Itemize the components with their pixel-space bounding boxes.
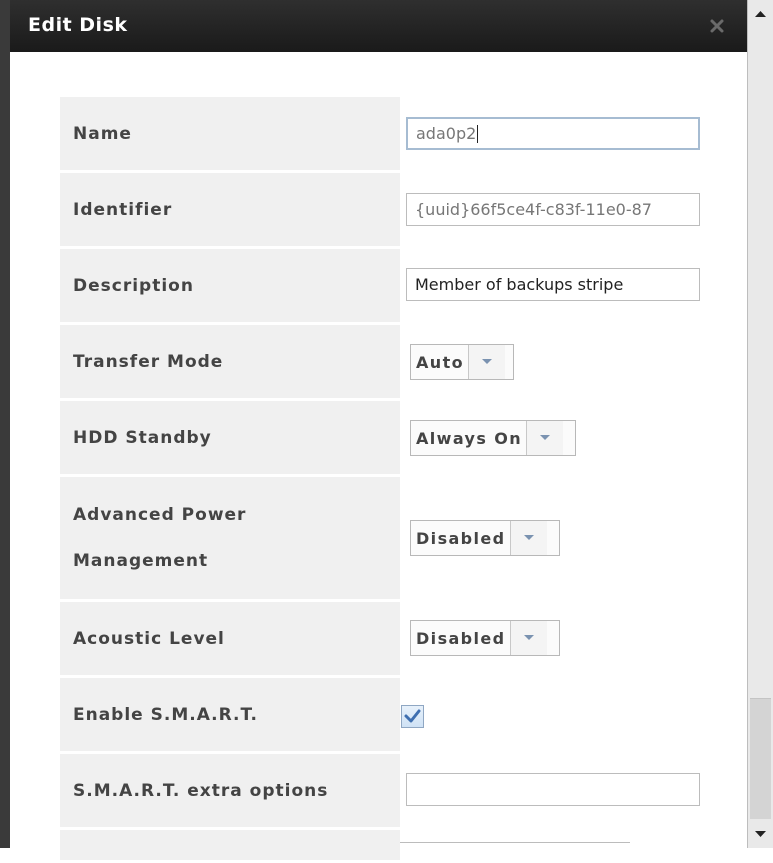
label-identifier-text: Identifier: [73, 199, 173, 220]
background-window-edge: [0, 0, 10, 848]
label-apm: Advanced Power Management: [60, 477, 400, 599]
label-enable-smart: Enable S.M.A.R.T.: [60, 678, 400, 751]
label-acoustic-level: Acoustic Level: [60, 602, 400, 675]
scrollbar-thumb[interactable]: [750, 698, 771, 819]
label-smart-extra-options: S.M.A.R.T. extra options: [60, 754, 400, 827]
smart-extra-options-input[interactable]: [406, 773, 700, 806]
label-name: Name: [60, 97, 400, 170]
vertical-scrollbar[interactable]: [747, 0, 773, 848]
label-description-text: Description: [73, 275, 194, 296]
enable-smart-checkbox[interactable]: [401, 705, 424, 728]
checkmark-icon: [404, 709, 421, 723]
label-apm-text: Advanced Power Management: [73, 492, 246, 584]
text-caret: [477, 124, 479, 143]
hdd-standby-select[interactable]: Always On: [410, 420, 576, 456]
description-input[interactable]: Member of backups stripe: [406, 268, 700, 301]
label-identifier: Identifier: [60, 173, 400, 246]
identifier-input-value: {uuid}66f5ce4f-c83f-11e0-87: [415, 200, 652, 219]
label-apm-line1: Advanced Power: [73, 505, 247, 525]
chevron-down-icon[interactable]: [468, 345, 506, 379]
label-acoustic-level-text: Acoustic Level: [73, 628, 225, 649]
label-hdd-standby-text: HDD Standby: [73, 427, 212, 448]
name-input-value: ada0p2: [416, 124, 477, 143]
label-smart-extra-options-text: S.M.A.R.T. extra options: [73, 780, 329, 801]
dialog-body: Name ada0p2 Identifier {uuid}66f5ce4f-c8…: [10, 52, 747, 860]
hdd-standby-value: Always On: [416, 428, 523, 448]
name-input[interactable]: ada0p2: [406, 117, 700, 150]
next-field-partial: [400, 842, 630, 863]
apm-value: Disabled: [416, 528, 506, 548]
label-transfer-mode-text: Transfer Mode: [73, 351, 224, 372]
label-enable-smart-text: Enable S.M.A.R.T.: [73, 704, 258, 725]
dialog-titlebar[interactable]: Edit Disk: [10, 0, 747, 52]
label-name-text: Name: [73, 123, 132, 144]
chevron-down-icon[interactable]: [509, 521, 547, 555]
description-input-value: Member of backups stripe: [415, 275, 624, 294]
acoustic-level-select[interactable]: Disabled: [410, 620, 560, 656]
chevron-down-icon[interactable]: [509, 621, 547, 655]
label-next-row-partial: [60, 830, 400, 860]
scroll-down-arrow-icon[interactable]: [748, 820, 773, 848]
transfer-mode-select[interactable]: Auto: [410, 344, 514, 380]
apm-select[interactable]: Disabled: [410, 520, 560, 556]
label-description: Description: [60, 249, 400, 322]
dialog-title: Edit Disk: [28, 14, 128, 36]
transfer-mode-value: Auto: [416, 352, 465, 372]
close-x-icon[interactable]: [709, 18, 725, 34]
label-apm-line2: Management: [73, 551, 209, 571]
acoustic-level-value: Disabled: [416, 628, 506, 648]
chevron-down-icon[interactable]: [526, 421, 564, 455]
label-hdd-standby: HDD Standby: [60, 401, 400, 474]
label-transfer-mode: Transfer Mode: [60, 325, 400, 398]
scroll-up-arrow-icon[interactable]: [748, 0, 773, 28]
identifier-input[interactable]: {uuid}66f5ce4f-c83f-11e0-87: [406, 193, 700, 226]
